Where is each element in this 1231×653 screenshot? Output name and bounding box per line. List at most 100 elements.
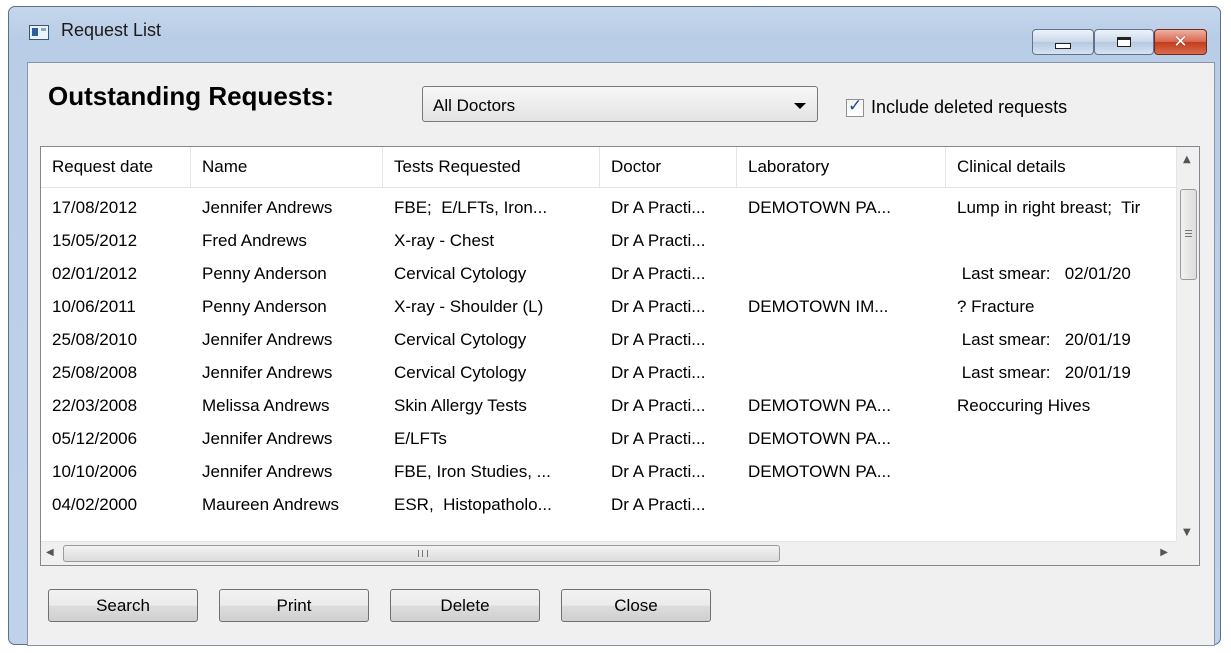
maximize-button[interactable] [1094, 29, 1154, 55]
close-icon: ✕ [1173, 32, 1188, 52]
cell-name: Jennifer Andrews [202, 429, 333, 448]
scroll-right-arrow-icon[interactable]: ▶ [1160, 547, 1168, 558]
list-rows: 17/08/2012 Jennifer Andrews FBE; E/LFTs, I… [41, 191, 1177, 517]
doctor-filter-dropdown[interactable]: All Doctors [422, 86, 818, 122]
cell-clinical-details: Last smear: 02/01/20 [957, 264, 1131, 283]
cell-request-date: 15/05/2012 [52, 231, 138, 250]
print-button[interactable]: Print [219, 589, 369, 622]
cell-tests-requested: FBE, Iron Studies, ... [394, 462, 551, 481]
search-button[interactable]: Search [48, 589, 198, 622]
table-row[interactable]: 05/12/2006 Jennifer Andrews E/LFTs Dr A Pra… [41, 422, 1177, 455]
cell-laboratory [737, 224, 946, 257]
cell-laboratory [737, 488, 946, 517]
cell-request-date: 05/12/2006 [52, 429, 138, 448]
cell-laboratory: DEMOTOWN PA... [748, 429, 891, 448]
close-window-button[interactable]: ✕ [1154, 29, 1207, 55]
cell-tests-requested: Skin Allergy Tests [394, 396, 527, 415]
cell-clinical-details: Lump in right breast; Tir [957, 198, 1141, 217]
scroll-left-arrow-icon[interactable]: ◀ [46, 547, 54, 558]
requests-list[interactable]: Request date Name Tests Requested Doctor… [40, 146, 1200, 566]
cell-doctor: Dr A Practi... [611, 198, 706, 217]
cell-request-date: 02/01/2012 [52, 264, 138, 283]
cell-clinical-details [946, 224, 1177, 257]
table-row[interactable]: 25/08/2008 Jennifer Andrews Cervical Cytol… [41, 356, 1177, 389]
cell-clinical-details [946, 422, 1177, 455]
column-header-name[interactable]: Name [191, 147, 383, 187]
cell-request-date: 10/06/2011 [52, 297, 136, 316]
table-row[interactable]: 15/05/2012 Fred Andrews X-ray - Chest Dr A … [41, 224, 1177, 257]
minimize-button[interactable] [1032, 29, 1094, 55]
table-row[interactable]: 22/03/2008 Melissa Andrews Skin Allergy Te… [41, 389, 1177, 422]
cell-doctor: Dr A Practi... [611, 396, 706, 415]
cell-tests-requested: Cervical Cytology [394, 264, 527, 283]
delete-button[interactable]: Delete [390, 589, 540, 622]
cell-request-date: 10/10/2006 [52, 462, 138, 481]
table-row[interactable]: 10/06/2011 Penny Anderson X-ray - Shoulder… [41, 290, 1177, 323]
include-deleted-checkbox[interactable]: ✓ [846, 96, 864, 117]
cell-doctor: Dr A Practi... [611, 264, 706, 283]
page-title: Outstanding Requests: [48, 81, 335, 111]
column-header-clinical-details[interactable]: Clinical details [946, 147, 1177, 187]
cell-tests-requested: X-ray - Chest [394, 231, 495, 250]
cell-tests-requested: Cervical Cytology [394, 363, 527, 382]
doctor-filter-value: All Doctors [433, 96, 516, 115]
cell-doctor: Dr A Practi... [611, 363, 706, 382]
cell-name: Maureen Andrews [202, 495, 340, 514]
cell-name: Penny Anderson [202, 264, 327, 283]
window-client-area: Outstanding Requests: All Doctors ✓ Incl… [27, 62, 1215, 646]
list-header: Request date Name Tests Requested Doctor… [41, 147, 1177, 188]
restore-icon [1117, 37, 1131, 47]
include-deleted-label[interactable]: Include deleted requests [871, 97, 1067, 118]
table-row[interactable]: 25/08/2010 Jennifer Andrews Cervical Cytol… [41, 323, 1177, 356]
scroll-up-arrow-icon[interactable]: ▲ [1183, 154, 1191, 165]
cell-name: Jennifer Andrews [202, 198, 333, 217]
request-list-window: Request List ✕ Outstanding Requests: All… [8, 6, 1221, 646]
cell-name: Jennifer Andrews [202, 330, 333, 349]
chevron-down-icon [794, 103, 806, 109]
cell-laboratory: DEMOTOWN PA... [748, 462, 891, 481]
cell-tests-requested: Cervical Cytology [394, 330, 527, 349]
cell-request-date: 22/03/2008 [52, 396, 138, 415]
cell-laboratory [737, 323, 946, 356]
cell-name: Melissa Andrews [202, 396, 330, 415]
column-header-request-date[interactable]: Request date [41, 147, 191, 187]
cell-request-date: 17/08/2012 [52, 198, 138, 217]
cell-tests-requested: E/LFTs [394, 429, 447, 448]
cell-clinical-details [946, 488, 1177, 517]
column-header-laboratory[interactable]: Laboratory [737, 147, 946, 187]
app-icon [29, 25, 49, 40]
scrollbar-corner [1176, 541, 1199, 565]
vertical-scrollbar[interactable]: ▲ ▼ [1176, 147, 1199, 543]
cell-name: Jennifer Andrews [202, 462, 333, 481]
table-row[interactable]: 10/10/2006 Jennifer Andrews FBE, Iron Stud… [41, 455, 1177, 488]
cell-name: Penny Anderson [202, 297, 327, 316]
cell-laboratory: DEMOTOWN IM... [748, 297, 889, 316]
table-row[interactable]: 17/08/2012 Jennifer Andrews FBE; E/LFTs, I… [41, 191, 1177, 224]
cell-name: Fred Andrews [202, 231, 307, 250]
cell-laboratory: DEMOTOWN PA... [748, 198, 891, 217]
cell-clinical-details: Last smear: 20/01/19 [957, 330, 1131, 349]
cell-tests-requested: FBE; E/LFTs, Iron... [394, 198, 548, 217]
checkmark-icon: ✓ [848, 96, 863, 116]
cell-clinical-details: Last smear: 20/01/19 [957, 363, 1131, 382]
column-header-tests-requested[interactable]: Tests Requested [383, 147, 600, 187]
table-row[interactable]: 04/02/2000 Maureen Andrews ESR, Histopatho… [41, 488, 1177, 517]
table-row[interactable]: 02/01/2012 Penny Anderson Cervical Cytolog… [41, 257, 1177, 290]
horizontal-scroll-thumb[interactable] [63, 545, 780, 562]
cell-laboratory [737, 257, 946, 290]
cell-request-date: 25/08/2008 [52, 363, 138, 382]
cell-laboratory: DEMOTOWN PA... [748, 396, 891, 415]
cell-doctor: Dr A Practi... [611, 495, 706, 514]
cell-tests-requested: ESR, Histopatholo... [394, 495, 552, 514]
vertical-scroll-thumb[interactable] [1180, 189, 1197, 280]
cell-laboratory [737, 356, 946, 389]
column-header-doctor[interactable]: Doctor [600, 147, 737, 187]
cell-doctor: Dr A Practi... [611, 297, 706, 316]
horizontal-scrollbar[interactable]: ◀ ▶ [41, 541, 1177, 565]
cell-doctor: Dr A Practi... [611, 429, 706, 448]
cell-doctor: Dr A Practi... [611, 330, 706, 349]
cell-clinical-details: Reoccuring Hives [957, 396, 1091, 415]
title-bar[interactable]: Request List ✕ [9, 7, 1220, 55]
close-button[interactable]: Close [561, 589, 711, 622]
scroll-down-arrow-icon[interactable]: ▼ [1183, 527, 1191, 538]
